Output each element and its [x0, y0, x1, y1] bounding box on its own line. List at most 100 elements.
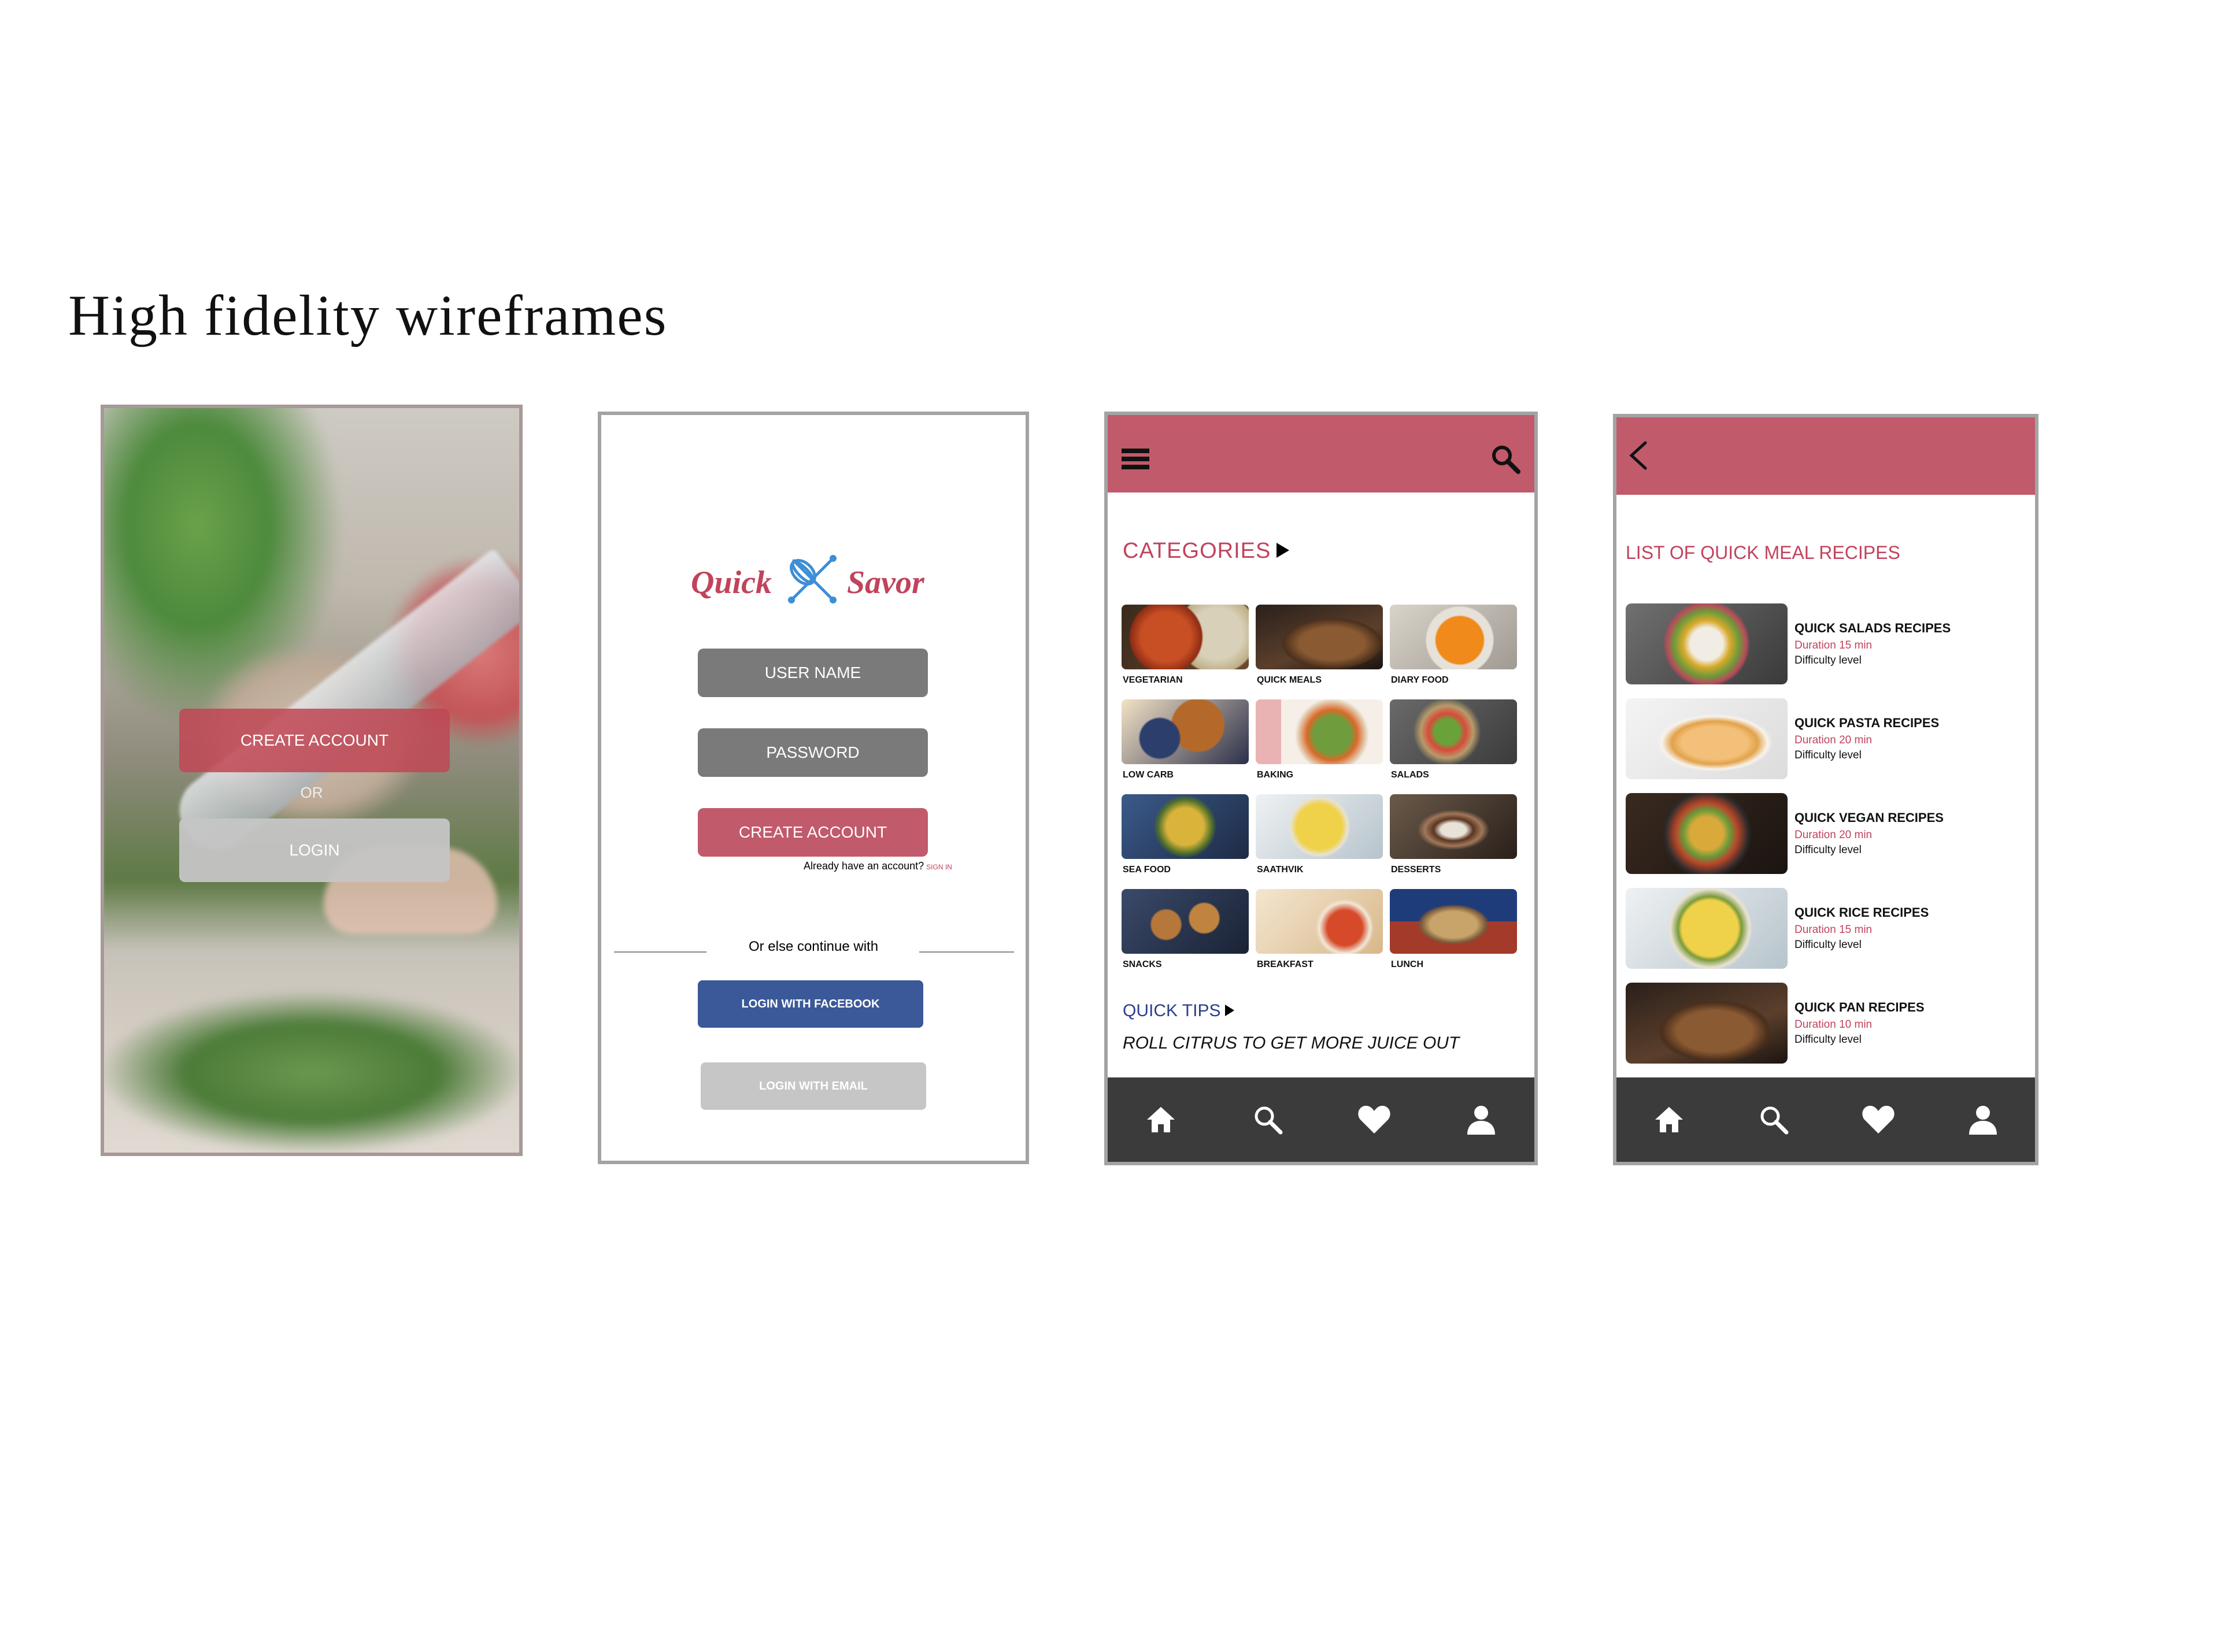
category-desserts[interactable]: DESSERTS — [1390, 794, 1517, 884]
page-title: High fidelity wireframes — [68, 283, 668, 347]
recipe-duration: Duration 15 min — [1794, 924, 1873, 936]
category-diary-food[interactable]: DIARY FOOD — [1390, 605, 1517, 695]
welcome-screen: CREATE ACCOUNT OR LOGIN — [101, 405, 523, 1156]
back-arrow-icon[interactable] — [1627, 439, 1650, 472]
recipe-duration: Duration 10 min — [1794, 1018, 1873, 1031]
recipe-difficulty: Difficulty level — [1794, 939, 1862, 951]
menu-icon[interactable] — [1122, 447, 1149, 471]
quick-tips-heading[interactable]: QUICK TIPS — [1123, 1001, 1235, 1021]
create-account-button[interactable]: CREATE ACCOUNT — [698, 808, 928, 857]
heart-icon[interactable] — [1357, 1102, 1392, 1137]
category-label: DIARY FOOD — [1391, 675, 1449, 685]
diary-food-image — [1390, 605, 1517, 669]
lunch-image — [1390, 889, 1517, 954]
home-icon[interactable] — [1144, 1102, 1178, 1137]
saathvik-image — [1256, 794, 1383, 859]
app-header — [1108, 415, 1534, 492]
whisk-rolling-pin-icon — [788, 555, 837, 603]
search-icon[interactable] — [1489, 443, 1522, 475]
signup-screen: Quick Savor USER NAME PASSWORD CREATE AC… — [598, 412, 1029, 1164]
baking-image — [1256, 699, 1383, 764]
quick-tip-text: ROLL CITRUS TO GET MORE JUICE OUT — [1123, 1034, 1460, 1053]
category-low-carb[interactable]: LOW CARB — [1122, 699, 1249, 790]
pan-recipe-image — [1626, 983, 1788, 1064]
category-snacks[interactable]: SNACKS — [1122, 889, 1249, 979]
recipe-name: QUICK RICE RECIPES — [1794, 905, 1929, 920]
signin-prompt: Already have an account? SIGN IN — [804, 860, 952, 872]
category-label: SEA FOOD — [1123, 865, 1171, 875]
sea-food-image — [1122, 794, 1249, 859]
category-sea-food[interactable]: SEA FOOD — [1122, 794, 1249, 884]
quick-tips-title: QUICK TIPS — [1123, 1001, 1221, 1020]
category-label: BAKING — [1257, 770, 1294, 780]
desserts-image — [1390, 794, 1517, 859]
salads-image — [1390, 699, 1517, 764]
already-account-text: Already have an account? — [804, 860, 924, 872]
categories-title: CATEGORIES — [1123, 539, 1271, 563]
category-quick-meals[interactable]: QUICK MEALS — [1256, 605, 1383, 695]
search-icon[interactable] — [1250, 1102, 1285, 1137]
recipe-duration: Duration 20 min — [1794, 734, 1873, 746]
recipe-item-pasta[interactable]: QUICK PASTA RECIPES Duration 20 min Diff… — [1626, 698, 2030, 779]
heart-icon[interactable] — [1861, 1102, 1896, 1137]
create-account-button[interactable]: CREATE ACCOUNT — [179, 709, 450, 772]
login-button[interactable]: LOGIN — [179, 818, 450, 882]
recipe-list-title: LIST OF QUICK MEAL RECIPES — [1626, 542, 1900, 563]
salads-recipe-image — [1626, 603, 1788, 684]
category-label: VEGETARIAN — [1123, 675, 1183, 685]
username-field[interactable]: USER NAME — [698, 649, 928, 697]
recipe-item-salads[interactable]: QUICK SALADS RECIPES Duration 15 min Dif… — [1626, 603, 2030, 684]
login-with-facebook-button[interactable]: LOGIN WITH FACEBOOK — [698, 980, 923, 1028]
category-vegetarian[interactable]: VEGETARIAN — [1122, 605, 1249, 695]
recipe-name: QUICK PAN RECIPES — [1794, 1000, 1925, 1014]
profile-icon[interactable] — [1966, 1102, 2000, 1137]
vegetarian-image — [1122, 605, 1249, 669]
category-label: SNACKS — [1123, 960, 1162, 969]
recipe-item-pan[interactable]: QUICK PAN RECIPES Duration 10 min Diffic… — [1626, 983, 2030, 1064]
home-icon[interactable] — [1652, 1102, 1686, 1137]
breakfast-image — [1256, 889, 1383, 954]
categories-screen: CATEGORIES VEGETARIAN QUICK MEALS DIARY … — [1104, 412, 1538, 1165]
category-breakfast[interactable]: BREAKFAST — [1256, 889, 1383, 979]
category-label: DESSERTS — [1391, 865, 1441, 875]
recipe-difficulty: Difficulty level — [1794, 1034, 1862, 1046]
divider-right — [919, 951, 1014, 953]
login-with-email-button[interactable]: LOGIN WITH EMAIL — [701, 1062, 926, 1110]
quick-savor-logo: Quick Savor — [691, 548, 945, 612]
categories-heading[interactable]: CATEGORIES — [1123, 539, 1290, 564]
search-icon[interactable] — [1756, 1102, 1791, 1137]
category-baking[interactable]: BAKING — [1256, 699, 1383, 790]
password-field[interactable]: PASSWORD — [698, 728, 928, 777]
category-label: BREAKFAST — [1257, 960, 1314, 969]
recipe-duration: Duration 20 min — [1794, 829, 1873, 841]
play-arrow-icon — [1225, 1005, 1235, 1017]
pasta-recipe-image — [1626, 698, 1788, 779]
recipe-difficulty: Difficulty level — [1794, 654, 1862, 666]
app-header — [1616, 417, 2035, 495]
category-label: SAATHVIK — [1257, 865, 1304, 875]
recipe-list-screen: LIST OF QUICK MEAL RECIPES QUICK SALADS … — [1613, 414, 2038, 1165]
recipe-name: QUICK PASTA RECIPES — [1794, 716, 1940, 730]
vegan-recipe-image — [1626, 793, 1788, 874]
low-carb-image — [1122, 699, 1249, 764]
or-separator: OR — [300, 784, 323, 801]
recipe-item-rice[interactable]: QUICK RICE RECIPES Duration 15 min Diffi… — [1626, 888, 2030, 969]
recipe-name: QUICK SALADS RECIPES — [1794, 621, 1951, 635]
snacks-image — [1122, 889, 1249, 954]
category-salads[interactable]: SALADS — [1390, 699, 1517, 790]
bottom-nav — [1108, 1077, 1534, 1162]
category-label: LUNCH — [1391, 960, 1423, 969]
recipe-duration: Duration 15 min — [1794, 639, 1873, 651]
sign-in-link[interactable]: SIGN IN — [926, 863, 952, 871]
recipe-item-vegan[interactable]: QUICK VEGAN RECIPES Duration 20 min Diff… — [1626, 793, 2030, 874]
category-grid: VEGETARIAN QUICK MEALS DIARY FOOD LOW CA… — [1122, 605, 1526, 979]
category-saathvik[interactable]: SAATHVIK — [1256, 794, 1383, 884]
category-lunch[interactable]: LUNCH — [1390, 889, 1517, 979]
recipe-name: QUICK VEGAN RECIPES — [1794, 810, 1944, 825]
quick-meals-image — [1256, 605, 1383, 669]
logo-word-left: Quick — [691, 565, 772, 601]
category-label: QUICK MEALS — [1257, 675, 1322, 685]
bottom-nav — [1616, 1077, 2035, 1162]
profile-icon[interactable] — [1464, 1102, 1498, 1137]
category-label: SALADS — [1391, 770, 1429, 780]
